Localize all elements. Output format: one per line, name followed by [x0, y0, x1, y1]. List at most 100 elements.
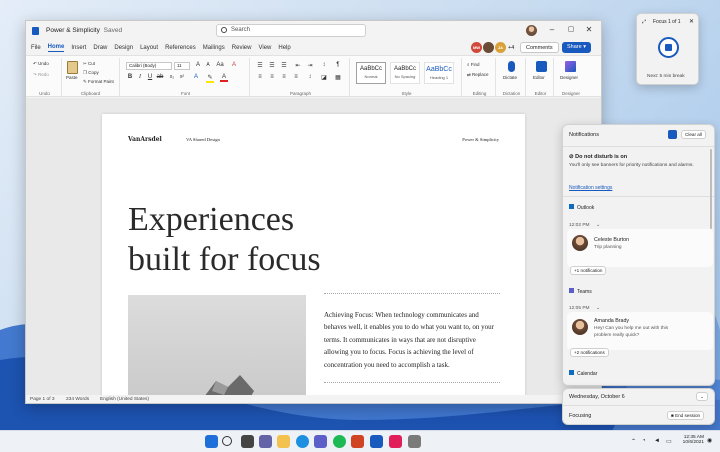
menu-mailings[interactable]: Mailings	[203, 45, 225, 51]
notification-settings-link[interactable]: Notification settings	[569, 185, 612, 191]
account-avatar[interactable]	[526, 25, 537, 36]
volume-icon[interactable]: ◄	[654, 438, 660, 444]
editor-label[interactable]: Editor	[533, 75, 545, 80]
borders-icon[interactable]: ▦	[334, 74, 342, 81]
search-box[interactable]: Search	[216, 24, 366, 37]
spotify-icon[interactable]	[333, 435, 346, 448]
outlook-notification[interactable]: Celeste Burton Trip planning	[567, 229, 713, 267]
end-session-button[interactable]: ■ End session	[667, 411, 705, 420]
collapse-chevron-icon[interactable]: ⌄	[696, 392, 708, 401]
document-photo[interactable]	[128, 295, 306, 403]
collaborator-avatar[interactable]	[483, 42, 494, 53]
teams-notification[interactable]: Amanda Brady Hey! Can you help me out wi…	[567, 312, 713, 350]
paste-icon[interactable]	[67, 61, 78, 74]
dictate-label[interactable]: Dictate	[503, 75, 517, 80]
word-icon[interactable]	[370, 435, 383, 448]
comments-button[interactable]: Comments	[520, 42, 559, 53]
text-effects-icon[interactable]: A	[192, 74, 200, 80]
document-title[interactable]: Power & Simplicity Saved	[46, 27, 122, 34]
superscript-icon[interactable]: x²	[178, 74, 186, 80]
shrink-font-icon[interactable]: A	[204, 62, 212, 68]
chat-icon[interactable]	[259, 435, 272, 448]
notification-bell-icon[interactable]: ◉	[707, 437, 712, 444]
editor-icon[interactable]	[536, 61, 547, 72]
page-count[interactable]: Page 1 of 3	[30, 395, 55, 403]
teams-icon[interactable]	[314, 435, 327, 448]
search-icon[interactable]	[222, 436, 232, 446]
focus-progress-ring[interactable]	[658, 37, 679, 58]
start-icon[interactable]	[205, 435, 218, 448]
menu-insert[interactable]: Insert	[71, 45, 86, 51]
multilevel-list-icon[interactable]: ☰	[280, 62, 288, 69]
menu-home[interactable]: Home	[47, 44, 65, 52]
close-button[interactable]: ✕	[583, 25, 595, 35]
tray-overflow-icon[interactable]: ⌃	[631, 438, 636, 445]
task-view-icon[interactable]	[241, 435, 254, 448]
language-status[interactable]: English (United States)	[100, 395, 149, 403]
format-painter-button[interactable]: ✎ Format Paint	[83, 79, 114, 85]
menu-file[interactable]: File	[31, 45, 41, 51]
edge-icon[interactable]	[296, 435, 309, 448]
dnd-toggle-icon[interactable]	[668, 130, 677, 139]
maximize-button[interactable]: ▢	[565, 25, 577, 35]
shading-icon[interactable]: ◪	[320, 74, 328, 81]
undo-button[interactable]: ↶ Undo	[33, 61, 49, 67]
align-left-icon[interactable]: ≡	[256, 74, 264, 80]
paste-label[interactable]: Paste	[66, 75, 78, 80]
line-spacing-icon[interactable]: ↕	[306, 74, 314, 80]
document-canvas[interactable]: VanArsdel VA Shared Design Power & Simpl…	[26, 98, 601, 403]
battery-icon[interactable]: ▭	[666, 438, 672, 445]
redo-button[interactable]: ↷ Redo	[33, 72, 49, 78]
increase-indent-icon[interactable]: ⇥	[306, 62, 314, 69]
show-marks-icon[interactable]: ¶	[334, 62, 342, 68]
share-button[interactable]: Share ▾	[562, 42, 591, 53]
numbering-icon[interactable]: ☰	[268, 62, 276, 69]
collaborator-avatar[interactable]: MW	[471, 42, 482, 53]
align-right-icon[interactable]: ≡	[280, 74, 288, 80]
replace-button[interactable]: ⇄ Replace	[467, 72, 489, 78]
copy-button[interactable]: ❐ Copy	[83, 70, 99, 76]
font-color-icon[interactable]: A	[220, 74, 228, 82]
menu-draw[interactable]: Draw	[93, 45, 107, 51]
document-page[interactable]: VanArsdel VA Shared Design Power & Simpl…	[102, 114, 525, 403]
justify-icon[interactable]: ≡	[292, 74, 300, 80]
bullets-icon[interactable]: ☰	[256, 62, 264, 69]
expand-chevron-icon[interactable]: ⌄	[596, 305, 600, 311]
wifi-icon[interactable]: ◔	[642, 438, 646, 444]
minimize-button[interactable]: –	[546, 25, 558, 35]
clear-format-icon[interactable]: A	[230, 62, 238, 68]
underline-icon[interactable]: U	[146, 74, 154, 80]
scrollbar[interactable]	[710, 149, 712, 229]
style-heading-1[interactable]: AaBbCc Heading 1	[424, 62, 454, 84]
strikethrough-icon[interactable]: ab	[156, 74, 164, 80]
find-button[interactable]: ⌕ Find	[467, 62, 480, 67]
subscript-icon[interactable]: x₂	[168, 74, 176, 80]
sort-icon[interactable]: ↕	[320, 62, 328, 68]
collaborator-avatar[interactable]: JA	[495, 42, 506, 53]
powerpoint-icon[interactable]	[351, 435, 364, 448]
menu-help[interactable]: Help	[278, 45, 290, 51]
expand-chevron-icon[interactable]: ⌄	[596, 222, 600, 228]
decrease-indent-icon[interactable]: ⇤	[294, 62, 302, 69]
designer-icon[interactable]	[565, 61, 576, 72]
align-center-icon[interactable]: ≡	[268, 74, 276, 80]
menu-review[interactable]: Review	[232, 45, 252, 51]
menu-references[interactable]: References	[165, 45, 196, 51]
cut-button[interactable]: ✂ Cut	[83, 61, 95, 67]
font-size-select[interactable]: 11	[174, 62, 190, 70]
focus-app-icon[interactable]	[408, 435, 421, 448]
highlight-icon[interactable]: ✎	[206, 74, 214, 83]
slack-icon[interactable]	[389, 435, 402, 448]
menu-design[interactable]: Design	[114, 45, 133, 51]
focus-close-icon[interactable]: ✕	[689, 18, 694, 25]
file-explorer-icon[interactable]	[277, 435, 290, 448]
focus-expand-icon[interactable]: ⤢	[642, 19, 646, 25]
tray-clock[interactable]: 12:35 AM 10/6/2021	[676, 435, 704, 445]
grow-font-icon[interactable]: A	[194, 62, 202, 68]
menu-layout[interactable]: Layout	[140, 45, 158, 51]
word-count[interactable]: 234 Words	[66, 395, 89, 403]
bold-icon[interactable]: B	[126, 74, 134, 80]
more-notifications-button[interactable]: +1 notification	[570, 266, 607, 275]
change-case-icon[interactable]: Aa	[216, 62, 224, 68]
menu-view[interactable]: View	[258, 45, 271, 51]
